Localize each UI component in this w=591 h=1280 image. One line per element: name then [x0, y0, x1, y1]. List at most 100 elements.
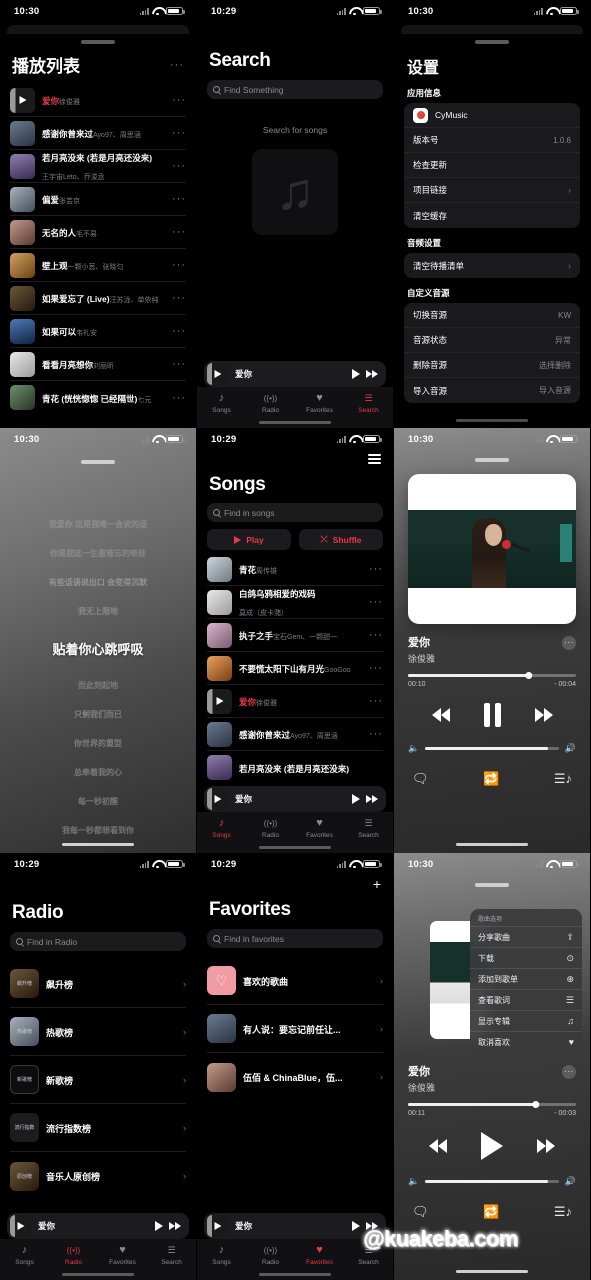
progress-slider[interactable] [408, 1100, 576, 1109]
list-item[interactable]: 有人说：要忘记前任让... › [207, 1005, 383, 1053]
table-row[interactable]: 若月亮没来 (若是月亮还没来) 王宇宙Leto、乔浚丞 ··· [10, 150, 186, 183]
table-row[interactable]: 青花 (恍恍惚惚 已经隔世)七元 ··· [10, 381, 186, 414]
sheet-grabber[interactable] [81, 40, 115, 44]
list-item[interactable]: 伍佰 & ChinaBlue，伍... › [207, 1053, 383, 1101]
row-more-button[interactable]: ··· [369, 663, 383, 674]
sheet-grabber[interactable] [475, 883, 509, 887]
mini-player[interactable]: 爱你 [204, 1213, 386, 1239]
table-row[interactable]: 感谢你曾来过Ayo97、周思涵 ··· [207, 718, 383, 751]
play-button[interactable] [155, 1221, 163, 1231]
settings-row-import-source[interactable]: 导入音源 导入音源 [404, 378, 580, 403]
row-more-button[interactable]: ··· [172, 227, 186, 238]
list-item[interactable]: 新歌榜 新歌榜 › [10, 1056, 186, 1104]
settings-row-project-link[interactable]: 项目链接 › [404, 178, 580, 203]
play-button[interactable] [352, 1221, 360, 1231]
now-playing-more-button[interactable]: ··· [562, 1065, 576, 1079]
tab-radio[interactable]: ((•)) Radio [246, 817, 295, 839]
settings-row-app[interactable]: CyMusic [404, 103, 580, 128]
comment-icon[interactable]: 🗨 [412, 771, 429, 787]
lyrics-list[interactable]: 我爱你 这是我唯一会说的话 你是我这一生最难忘的牵挂 有些话语说出口 会变得沉默… [0, 462, 196, 853]
play-button[interactable] [481, 1132, 503, 1160]
play-button[interactable] [352, 794, 360, 804]
next-button[interactable] [366, 370, 378, 378]
next-button[interactable] [534, 708, 553, 722]
progress-slider[interactable] [408, 671, 576, 680]
list-item[interactable]: 热歌榜 热歌榜 › [10, 1008, 186, 1056]
row-more-button[interactable]: ··· [369, 630, 383, 641]
search-input[interactable]: Find Something [207, 80, 383, 99]
row-more-button[interactable]: ··· [369, 729, 383, 740]
row-more-button[interactable]: ··· [172, 95, 186, 106]
table-row[interactable]: 如果可以韦礼安 ··· [10, 315, 186, 348]
list-item[interactable]: 原创榜 音乐人原创榜 › [10, 1152, 186, 1200]
row-more-button[interactable]: ··· [369, 597, 383, 608]
tab-songs[interactable]: ♪ Songs [197, 1244, 246, 1267]
now-playing-more-button[interactable]: ··· [562, 636, 576, 650]
row-more-button[interactable]: ··· [369, 696, 383, 707]
table-row[interactable]: 若月亮没来 (若是月亮还没来) [207, 751, 383, 784]
menu-item-share[interactable]: 分享歌曲 ⇪ [470, 926, 582, 947]
menu-item-show-album[interactable]: 显示专辑 ♫ [470, 1010, 582, 1031]
playlist-more-button[interactable]: ··· [170, 59, 184, 70]
tab-songs[interactable]: ♪ Songs [197, 817, 246, 840]
volume-slider[interactable] [425, 1180, 559, 1183]
table-row[interactable]: 执子之手宝石Gem、一颗甜一 ··· [207, 619, 383, 652]
plus-icon[interactable]: + [373, 877, 381, 891]
tab-search[interactable]: ☰ Search [344, 817, 393, 840]
repeat-icon[interactable]: 🔁 [483, 1204, 499, 1220]
hamburger-icon[interactable] [368, 454, 381, 464]
row-more-button[interactable]: ··· [172, 392, 186, 403]
row-more-button[interactable]: ··· [172, 293, 186, 304]
tab-search[interactable]: ☰ Search [147, 1244, 196, 1267]
sheet-grabber[interactable] [475, 40, 509, 44]
menu-item-unfavorite[interactable]: 取消喜欢 ♥ [470, 1031, 582, 1052]
table-row[interactable]: 感谢你曾来过Ayo97、周思涵 ··· [10, 117, 186, 150]
previous-button[interactable] [429, 1139, 447, 1153]
repeat-icon[interactable]: 🔁 [483, 771, 499, 787]
settings-row-clear-queue[interactable]: 清空待播清单 › [404, 253, 580, 278]
table-row[interactable]: 不要慌太阳下山有月光GooGoo ··· [207, 652, 383, 685]
tab-favorites[interactable]: ♥ Favorites [295, 1244, 344, 1267]
comment-icon[interactable]: 🗨 [412, 1204, 429, 1220]
next-button[interactable] [169, 1222, 181, 1230]
row-more-button[interactable]: ··· [369, 564, 383, 575]
next-button[interactable] [366, 795, 378, 803]
tab-songs[interactable]: ♪ Songs [0, 1244, 49, 1267]
table-row[interactable]: 无名的人毛不易 ··· [10, 216, 186, 249]
tab-radio[interactable]: ((•)) Radio [246, 1244, 295, 1266]
table-row[interactable]: 爱你徐俊雅 ··· [207, 685, 383, 718]
play-all-button[interactable]: Play [207, 529, 291, 550]
settings-row-switch-source[interactable]: 切换音源 KW [404, 303, 580, 328]
tab-radio[interactable]: ((•)) Radio [246, 392, 295, 414]
row-more-button[interactable]: ··· [172, 260, 186, 271]
play-button[interactable] [352, 369, 360, 379]
tab-radio[interactable]: ((•)) Radio [49, 1244, 98, 1266]
table-row[interactable]: 白鸽乌鸦相爱的戏码莫成（皮卡潴） ··· [207, 586, 383, 619]
queue-icon[interactable]: ☰♪ [554, 1204, 572, 1220]
settings-row-clear-cache[interactable]: 清空缓存 [404, 203, 580, 228]
shuffle-button[interactable]: ⤬ Shuffle [299, 529, 383, 550]
queue-icon[interactable]: ☰♪ [554, 771, 572, 787]
volume-slider[interactable] [425, 747, 559, 750]
list-item[interactable]: 流行指数 流行指数榜 › [10, 1104, 186, 1152]
row-more-button[interactable]: ··· [172, 128, 186, 139]
table-row[interactable]: 如果爱忘了 (Live)汪苏泷、单依纯 ··· [10, 282, 186, 315]
mini-player[interactable]: 爱你 [204, 786, 386, 812]
row-more-button[interactable]: ··· [172, 194, 186, 205]
tab-search[interactable]: ☰ Search [344, 392, 393, 415]
table-row[interactable]: 看看月亮想你刘丽昕 ··· [10, 348, 186, 381]
menu-item-download[interactable]: 下载 ⊙ [470, 947, 582, 968]
tab-favorites[interactable]: ♥ Favorites [295, 392, 344, 415]
tab-favorites[interactable]: ♥ Favorites [295, 817, 344, 840]
search-input[interactable]: Find in songs [207, 503, 383, 522]
menu-item-add-to-playlist[interactable]: 添加到歌单 ⊕ [470, 968, 582, 989]
search-input[interactable]: Find in favorites [207, 929, 383, 948]
sheet-grabber[interactable] [475, 458, 509, 462]
row-more-button[interactable]: ··· [172, 359, 186, 370]
mini-player[interactable]: 爱你 [7, 1213, 189, 1239]
pause-button[interactable] [483, 703, 501, 727]
row-more-button[interactable]: ··· [172, 161, 186, 172]
table-row[interactable]: 青花周传雄 ··· [207, 553, 383, 586]
previous-button[interactable] [431, 708, 450, 722]
mini-player[interactable]: 爱你 [204, 361, 386, 387]
